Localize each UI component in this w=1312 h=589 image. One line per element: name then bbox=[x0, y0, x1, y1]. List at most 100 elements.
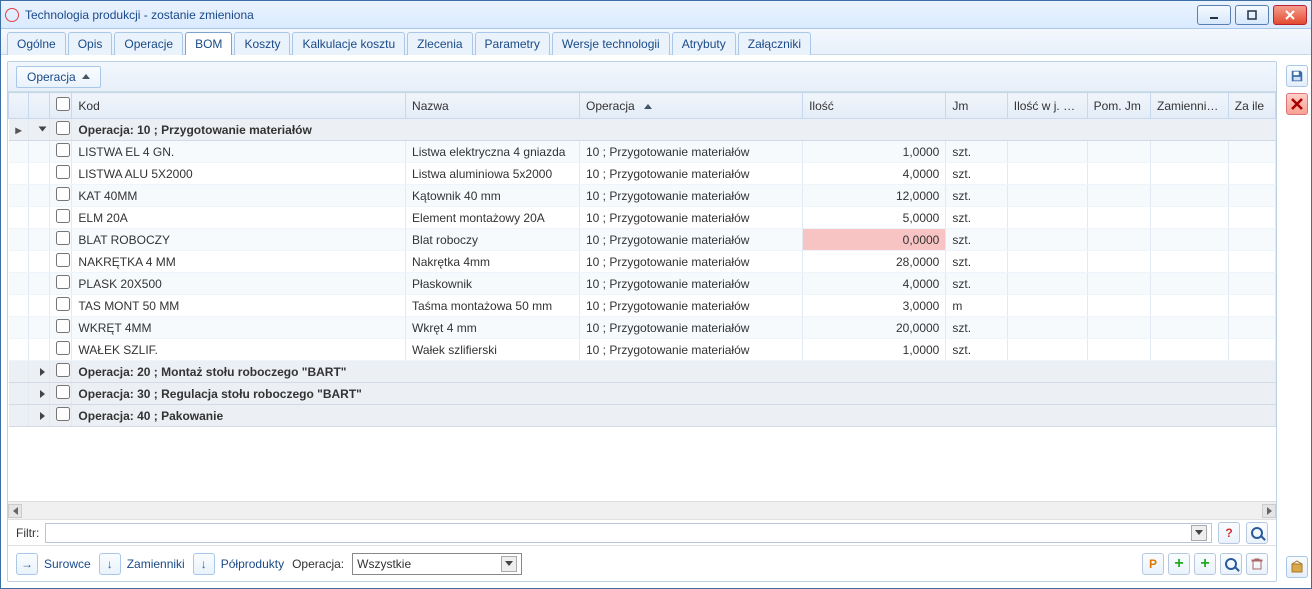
cell-operacja: 10 ; Przygotowanie materiałów bbox=[580, 251, 803, 273]
tab-koszty[interactable]: Koszty bbox=[234, 32, 290, 55]
row-checkbox[interactable] bbox=[56, 165, 70, 179]
tab-wersje-technologii[interactable]: Wersje technologii bbox=[552, 32, 670, 55]
table-row[interactable]: NAKRĘTKA 4 MMNakrętka 4mm10 ; Przygotowa… bbox=[9, 251, 1276, 273]
group-by-operacja-button[interactable]: Operacja bbox=[16, 66, 101, 88]
row-expand bbox=[29, 295, 49, 317]
cell-nazwa: Wkręt 4 mm bbox=[406, 317, 580, 339]
close-button[interactable] bbox=[1273, 5, 1307, 25]
save-button[interactable] bbox=[1286, 65, 1308, 87]
row-expand bbox=[29, 339, 49, 361]
table-row[interactable]: BLAT ROBOCZYBlat roboczy10 ; Przygotowan… bbox=[9, 229, 1276, 251]
group-checkbox[interactable] bbox=[56, 407, 70, 421]
cancel-button[interactable] bbox=[1286, 93, 1308, 115]
filter-tool-button[interactable] bbox=[1246, 522, 1268, 544]
col-select-all[interactable] bbox=[49, 93, 72, 119]
col-nazwa[interactable]: Nazwa bbox=[406, 93, 580, 119]
cell-empty bbox=[1151, 273, 1229, 295]
row-checkbox[interactable] bbox=[56, 297, 70, 311]
group-checkbox[interactable] bbox=[56, 363, 70, 377]
tool-search-button[interactable] bbox=[1220, 553, 1242, 575]
filter-help-button[interactable]: ? bbox=[1218, 522, 1240, 544]
col-ilosc-pom[interactable]: Ilość w j. pom. bbox=[1007, 93, 1087, 119]
minimize-button[interactable] bbox=[1197, 5, 1231, 25]
cell-ilosc: 4,0000 bbox=[803, 163, 946, 185]
cell-nazwa: Wałek szlifierski bbox=[406, 339, 580, 361]
maximize-button[interactable] bbox=[1235, 5, 1269, 25]
expand-icon[interactable] bbox=[35, 365, 49, 379]
cell-empty bbox=[1228, 317, 1275, 339]
row-checkbox[interactable] bbox=[56, 231, 70, 245]
table-row[interactable]: LISTWA ALU 5X2000Listwa aluminiowa 5x200… bbox=[9, 163, 1276, 185]
cell-operacja: 10 ; Przygotowanie materiałów bbox=[580, 207, 803, 229]
titlebar: Technologia produkcji - zostanie zmienio… bbox=[1, 1, 1311, 29]
row-checkbox[interactable] bbox=[56, 319, 70, 333]
collapse-icon[interactable] bbox=[35, 123, 49, 137]
zamienniki-button[interactable]: ↓ Zamienniki bbox=[99, 553, 185, 575]
table-row[interactable]: ELM 20AElement montażowy 20A10 ; Przygot… bbox=[9, 207, 1276, 229]
row-checkbox[interactable] bbox=[56, 209, 70, 223]
table-row[interactable]: PLASK 20X500Płaskownik10 ; Przygotowanie… bbox=[9, 273, 1276, 295]
tab-kalkulacje-kosztu[interactable]: Kalkulacje kosztu bbox=[292, 32, 405, 55]
table-row[interactable]: TAS MONT 50 MMTaśma montażowa 50 mm10 ; … bbox=[9, 295, 1276, 317]
cell-nazwa: Taśma montażowa 50 mm bbox=[406, 295, 580, 317]
group-checkbox[interactable] bbox=[56, 121, 70, 135]
bottom-right-tools: P + + bbox=[1142, 553, 1268, 575]
cell-kod: LISTWA EL 4 GN. bbox=[72, 141, 406, 163]
cell-jm: szt. bbox=[946, 163, 1007, 185]
cell-jm: szt. bbox=[946, 229, 1007, 251]
cell-ilosc: 5,0000 bbox=[803, 207, 946, 229]
tab-załączniki[interactable]: Załączniki bbox=[738, 32, 811, 55]
group-row[interactable]: Operacja: 30 ; Regulacja stołu roboczego… bbox=[9, 383, 1276, 405]
operacja-filter-dropdown[interactable] bbox=[501, 556, 517, 572]
row-checkbox[interactable] bbox=[56, 341, 70, 355]
tab-ogólne[interactable]: Ogólne bbox=[7, 32, 66, 55]
group-toolbar: Operacja bbox=[8, 62, 1276, 92]
col-kod[interactable]: Kod bbox=[72, 93, 406, 119]
expand-icon[interactable] bbox=[35, 409, 49, 423]
col-jm[interactable]: Jm bbox=[946, 93, 1007, 119]
scroll-right-button[interactable] bbox=[1262, 504, 1276, 518]
tab-zlecenia[interactable]: Zlecenia bbox=[407, 32, 472, 55]
table-row[interactable]: KAT 40MMKątownik 40 mm10 ; Przygotowanie… bbox=[9, 185, 1276, 207]
expand-icon[interactable] bbox=[35, 387, 49, 401]
tool-add-alt-button[interactable]: + bbox=[1194, 553, 1216, 575]
tab-parametry[interactable]: Parametry bbox=[475, 32, 550, 55]
filter-input[interactable] bbox=[45, 523, 1212, 543]
cell-empty bbox=[1228, 251, 1275, 273]
cell-kod: PLASK 20X500 bbox=[72, 273, 406, 295]
tab-bom[interactable]: BOM bbox=[185, 32, 232, 55]
filter-dropdown-button[interactable] bbox=[1191, 525, 1207, 541]
side-tool-button[interactable] bbox=[1286, 556, 1308, 578]
surowce-button[interactable]: → Surowce bbox=[16, 553, 91, 575]
tool-print-button[interactable]: P bbox=[1142, 553, 1164, 575]
table-row[interactable]: WKRĘT 4MMWkręt 4 mm10 ; Przygotowanie ma… bbox=[9, 317, 1276, 339]
tool-add-button[interactable]: + bbox=[1168, 553, 1190, 575]
tool-delete-button[interactable] bbox=[1246, 553, 1268, 575]
polprodukty-button[interactable]: ↓ Półprodukty bbox=[193, 553, 284, 575]
tab-operacje[interactable]: Operacje bbox=[114, 32, 183, 55]
horizontal-scrollbar[interactable] bbox=[8, 501, 1276, 519]
scroll-left-button[interactable] bbox=[8, 504, 22, 518]
group-row[interactable]: ▸Operacja: 10 ; Przygotowanie materiałów bbox=[9, 119, 1276, 141]
tab-atrybuty[interactable]: Atrybuty bbox=[672, 32, 736, 55]
table-row[interactable]: WAŁEK SZLIF.Wałek szlifierski10 ; Przygo… bbox=[9, 339, 1276, 361]
group-row[interactable]: Operacja: 40 ; Pakowanie bbox=[9, 405, 1276, 427]
row-checkbox[interactable] bbox=[56, 143, 70, 157]
table-row[interactable]: LISTWA EL 4 GN.Listwa elektryczna 4 gnia… bbox=[9, 141, 1276, 163]
col-operacja[interactable]: Operacja bbox=[580, 93, 803, 119]
col-za-ile[interactable]: Za ile bbox=[1228, 93, 1275, 119]
col-ilosc[interactable]: Ilość bbox=[803, 93, 946, 119]
operacja-filter-combo[interactable]: Wszystkie bbox=[352, 553, 522, 575]
row-checkbox[interactable] bbox=[56, 253, 70, 267]
col-pom-jm[interactable]: Pom. Jm bbox=[1087, 93, 1150, 119]
group-checkbox[interactable] bbox=[56, 385, 70, 399]
cell-empty bbox=[1007, 163, 1087, 185]
row-checkbox[interactable] bbox=[56, 187, 70, 201]
cell-nazwa: Element montażowy 20A bbox=[406, 207, 580, 229]
select-all-checkbox[interactable] bbox=[56, 97, 70, 111]
col-zamiennik[interactable]: Zamiennik do bbox=[1151, 93, 1229, 119]
tab-opis[interactable]: Opis bbox=[68, 32, 113, 55]
row-checkbox[interactable] bbox=[56, 275, 70, 289]
cell-empty bbox=[1007, 229, 1087, 251]
group-row[interactable]: Operacja: 20 ; Montaż stołu roboczego "B… bbox=[9, 361, 1276, 383]
